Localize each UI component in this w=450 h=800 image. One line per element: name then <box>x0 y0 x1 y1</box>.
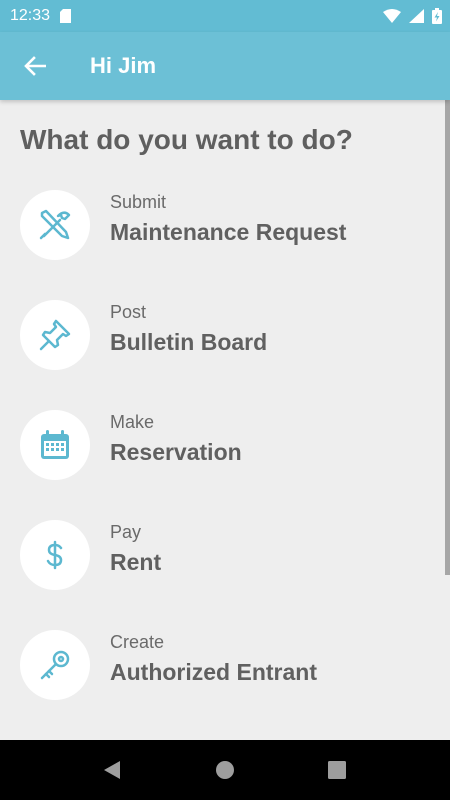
action-icon-circle <box>20 190 90 260</box>
action-verb: Post <box>110 302 147 322</box>
back-button[interactable] <box>0 32 70 100</box>
status-bar: 12:33 <box>0 0 450 32</box>
arrow-left-icon <box>24 56 46 76</box>
action-verb: Make <box>110 412 155 432</box>
home-circle-icon <box>216 761 234 779</box>
sd-card-icon <box>60 9 72 23</box>
nav-recents-button[interactable] <box>307 740 367 800</box>
back-triangle-icon <box>104 761 120 779</box>
key-icon <box>40 650 70 680</box>
system-nav-bar <box>0 740 450 800</box>
main-content[interactable]: What do you want to do? Submit Maintenan… <box>0 100 450 740</box>
battery-charging-icon <box>432 8 442 24</box>
nav-home-button[interactable] <box>195 740 255 800</box>
action-verb: Pay <box>110 522 142 542</box>
dollar-icon <box>46 540 63 570</box>
action-noun: Authorized Entrant <box>110 659 317 685</box>
action-noun: Rent <box>110 549 162 575</box>
action-verb: Submit <box>110 192 167 212</box>
tools-icon <box>39 209 71 240</box>
action-noun: Maintenance Request <box>110 219 347 245</box>
action-rent[interactable]: Pay Rent <box>0 520 450 630</box>
action-list: Submit Maintenance Request Post Bulletin… <box>0 190 450 740</box>
action-authorized-entrant[interactable]: Create Authorized Entrant <box>0 630 450 740</box>
action-verb: Create <box>110 632 165 652</box>
action-bulletin-board[interactable]: Post Bulletin Board <box>0 300 450 410</box>
action-icon-circle <box>20 410 90 480</box>
action-noun: Bulletin Board <box>110 329 268 355</box>
recents-square-icon <box>328 761 346 779</box>
page-title: Hi Jim <box>90 53 157 78</box>
status-time: 12:33 <box>10 7 51 24</box>
action-icon-circle <box>20 520 90 590</box>
app-bar: Hi Jim <box>0 32 450 100</box>
nav-back-button[interactable] <box>82 740 142 800</box>
cellular-signal-icon <box>409 9 424 23</box>
pushpin-icon <box>39 319 71 351</box>
action-icon-circle <box>20 630 90 700</box>
action-maintenance-request[interactable]: Submit Maintenance Request <box>0 190 450 300</box>
wifi-icon <box>383 9 401 23</box>
section-heading: What do you want to do? <box>20 124 353 155</box>
action-reservation[interactable]: Make Reservation <box>0 410 450 520</box>
scrollbar[interactable] <box>445 100 450 575</box>
action-icon-circle <box>20 300 90 370</box>
action-noun: Reservation <box>110 439 242 465</box>
calendar-icon <box>41 430 69 459</box>
